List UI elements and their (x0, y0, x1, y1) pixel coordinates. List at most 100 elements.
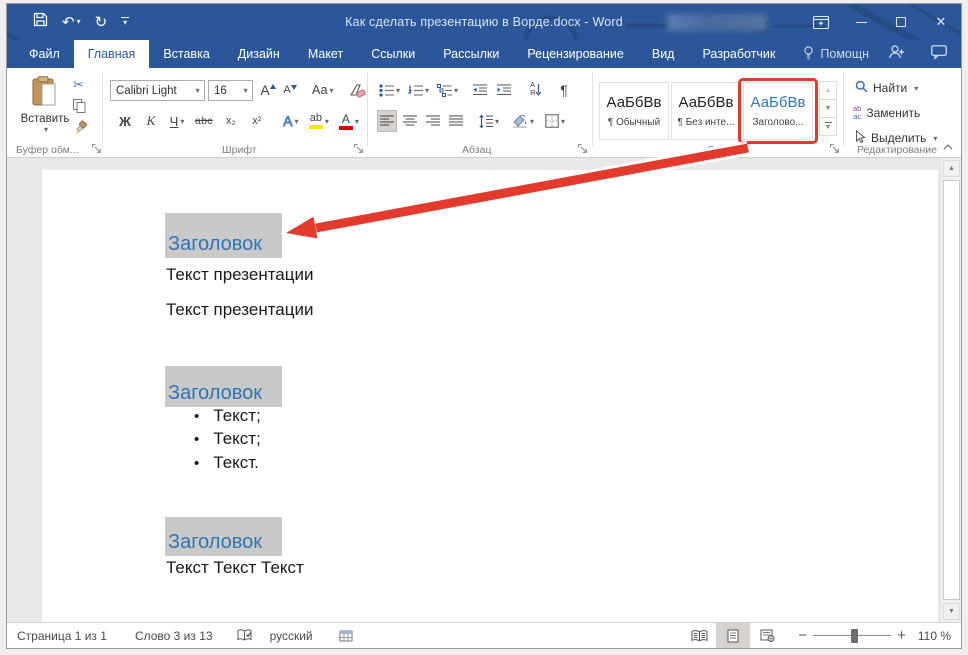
highlight-color-button[interactable]: ab ▾ (307, 110, 331, 132)
scissors-icon: ✂ (73, 77, 84, 93)
justify-button[interactable] (446, 110, 466, 132)
increase-indent-button[interactable] (494, 79, 514, 101)
paragraph-line[interactable]: Текст презентации (166, 300, 314, 320)
heading-1-selected[interactable]: Заголовок (165, 213, 282, 258)
bullet-marker: • (194, 408, 199, 425)
bullet-item[interactable]: • Текст; (194, 429, 261, 449)
align-left-button[interactable] (377, 110, 397, 132)
bullet-item[interactable]: • Текст; (194, 406, 261, 426)
cut-button[interactable]: ✂ (73, 76, 95, 94)
subscript-button[interactable]: x₂ (221, 110, 241, 132)
tab-layout[interactable]: Макет (294, 40, 357, 68)
format-painter-button[interactable] (73, 120, 95, 138)
paste-button[interactable]: Вставить ▾ (17, 76, 73, 142)
superscript-button[interactable]: x² (247, 110, 267, 132)
zoom-in-button[interactable]: + (897, 627, 906, 644)
tab-references[interactable]: Ссылки (357, 40, 429, 68)
undo-icon[interactable]: ↶ (62, 15, 75, 30)
styles-scroll-up-button[interactable]: ▲ (819, 81, 837, 100)
word-window: ↶ ▾ ↻ ▾ Как сделать презентацию в Ворде.… (6, 3, 962, 649)
replace-button[interactable]: ab ac Заменить (853, 105, 920, 120)
maximize-button[interactable] (881, 4, 921, 40)
heading-2-selected[interactable]: Заголовок (165, 366, 282, 407)
bold-button[interactable]: Ж (115, 110, 135, 132)
tell-me-helper[interactable]: Помощн (789, 40, 883, 68)
shading-button[interactable]: ▾ (510, 110, 536, 132)
font-dialog-launcher[interactable] (353, 143, 364, 154)
bullets-button[interactable]: ▾ (377, 79, 402, 101)
macro-record-icon[interactable] (339, 630, 353, 642)
font-color-button[interactable]: А ▾ (337, 110, 361, 132)
tab-view[interactable]: Вид (638, 40, 689, 68)
numbering-button[interactable]: ▾ (406, 79, 431, 101)
underline-button[interactable]: Ч▾ (167, 110, 187, 132)
read-mode-button[interactable] (682, 623, 716, 649)
style-card-normal[interactable]: АаБбВв ¶ Обычный (599, 82, 669, 140)
font-name-combo[interactable]: Calibri Light ▾ (110, 80, 205, 101)
tab-mailings[interactable]: Рассылки (429, 40, 513, 68)
document-page[interactable]: Заголовок Текст презентации Текст презен… (42, 170, 938, 622)
save-icon[interactable] (33, 12, 48, 32)
paragraph-line[interactable]: Текст презентации (166, 265, 314, 285)
web-layout-button[interactable] (750, 623, 784, 649)
styles-dialog-launcher[interactable] (829, 143, 840, 154)
tab-file[interactable]: Файл (15, 40, 74, 68)
paragraph-dialog-launcher[interactable] (577, 143, 588, 154)
italic-button[interactable]: К (141, 110, 161, 132)
tab-developer[interactable]: Разработчик (688, 40, 789, 68)
font-size-combo[interactable]: 16 ▾ (208, 80, 253, 101)
scrollbar-down-button[interactable]: ▼ (943, 603, 960, 620)
paragraph-line[interactable]: Текст Текст Текст (166, 558, 304, 578)
qat-customize-button[interactable]: ▾ (121, 17, 129, 27)
style-card-no-spacing[interactable]: АаБбВв ¶ Без инте... (671, 82, 741, 140)
tab-review[interactable]: Рецензирование (513, 40, 638, 68)
word-count[interactable]: Слово 3 из 13 (135, 629, 213, 643)
underline-caret[interactable]: ▾ (180, 117, 184, 126)
share-contact-icon[interactable] (889, 45, 905, 64)
decrease-indent-button[interactable] (470, 79, 490, 101)
heading-3-selected[interactable]: Заголовок (165, 517, 282, 556)
ribbon-display-options-button[interactable] (801, 4, 841, 40)
shrink-font-button[interactable]: А (280, 79, 300, 101)
change-case-button[interactable]: Аа▾ (310, 79, 335, 101)
comments-icon[interactable] (931, 45, 947, 64)
zoom-slider[interactable] (813, 623, 891, 649)
language-indicator[interactable]: русский (270, 629, 313, 643)
strikethrough-button[interactable]: abc (193, 110, 215, 132)
clear-formatting-button[interactable] (347, 79, 368, 101)
scrollbar-up-button[interactable]: ▲ (943, 160, 960, 177)
redo-icon[interactable]: ↻ (95, 15, 108, 30)
tab-home[interactable]: Главная (74, 40, 150, 68)
page-indicator[interactable]: Страница 1 из 1 (17, 629, 107, 643)
grow-font-button[interactable]: А (258, 79, 278, 101)
tab-design[interactable]: Дизайн (224, 40, 294, 68)
text-effects-button[interactable]: А ▾ (281, 110, 301, 132)
copy-button[interactable] (73, 98, 95, 116)
tab-insert[interactable]: Вставка (149, 40, 223, 68)
zoom-percentage[interactable]: 110 % (918, 629, 951, 643)
close-button[interactable]: ✕ (921, 4, 961, 40)
zoom-slider-handle[interactable] (851, 629, 858, 643)
undo-dropdown-caret[interactable]: ▾ (77, 18, 81, 26)
window-controls: ✕ (667, 4, 961, 40)
scrollbar-thumb[interactable] (943, 180, 960, 600)
borders-button[interactable]: ▾ (543, 110, 567, 132)
styles-scroll-down-button[interactable]: ▼ (819, 99, 837, 118)
bullet-item[interactable]: • Текст. (194, 453, 259, 473)
collapse-ribbon-button[interactable] (943, 139, 953, 153)
find-button[interactable]: Найти ▾ (855, 80, 918, 96)
clipboard-dialog-launcher[interactable] (91, 143, 102, 154)
sort-button[interactable]: АЯ (526, 79, 546, 101)
align-center-button[interactable] (400, 110, 420, 132)
zoom-out-button[interactable]: − (798, 627, 807, 644)
multilevel-list-button[interactable]: ▾ (435, 79, 460, 101)
show-formatting-marks-button[interactable]: ¶ (554, 79, 574, 101)
align-right-button[interactable] (423, 110, 443, 132)
minimize-button[interactable] (841, 4, 881, 40)
styles-gallery-more-button[interactable]: ▼ (819, 117, 837, 136)
vertical-scrollbar[interactable]: ▲ ▼ (940, 158, 961, 622)
proofing-icon[interactable] (237, 629, 252, 642)
undo-button[interactable]: ↶ ▾ (62, 15, 81, 30)
print-layout-button[interactable] (716, 623, 750, 649)
line-spacing-button[interactable]: ▾ (477, 110, 501, 132)
